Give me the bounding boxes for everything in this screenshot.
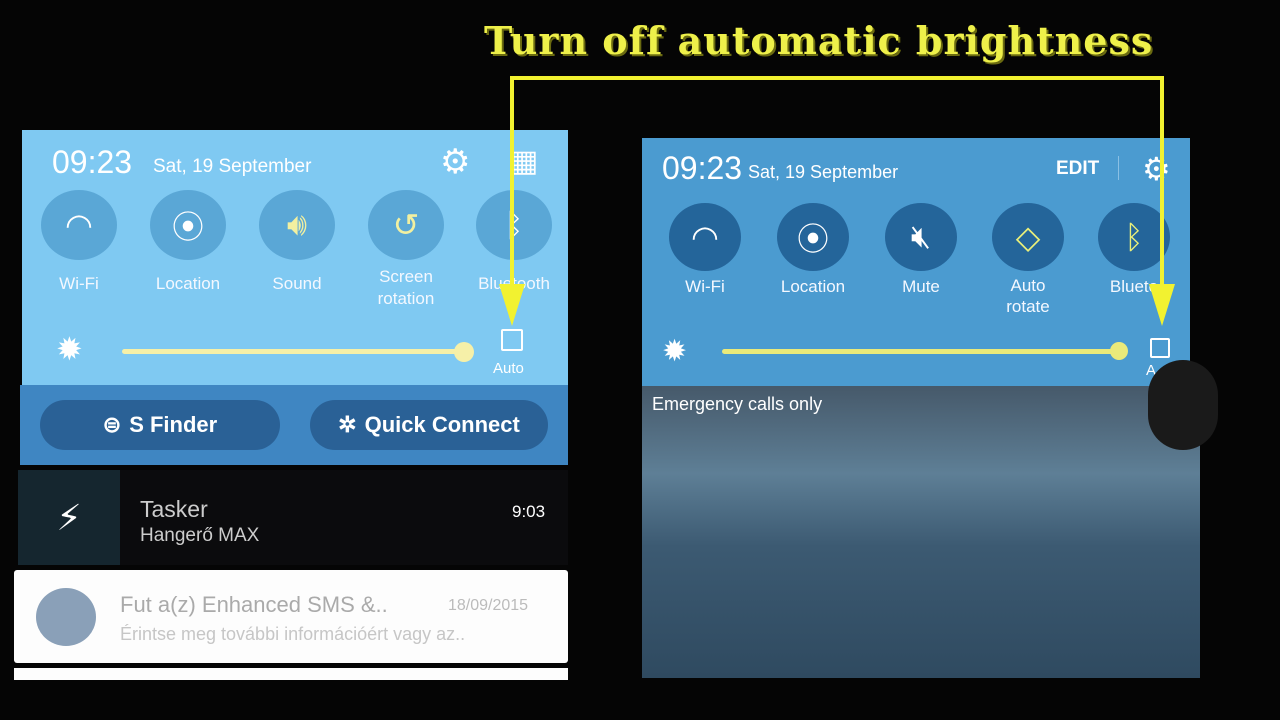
divider (1118, 156, 1119, 180)
notification-tasker[interactable]: ⚡︎ Tasker Hangerő MAX 9:03 (18, 470, 568, 565)
toggle-label: Mute (902, 277, 940, 296)
lightning-icon: ⚡︎ (18, 470, 120, 565)
toggle-label: Sound (272, 274, 322, 293)
button-row: ⊜ S Finder ✲ Quick Connect (20, 385, 568, 465)
search-icon: ⊜ (102, 412, 122, 437)
brightness-slider[interactable] (722, 349, 1122, 354)
location-icon: ⦿ (150, 190, 226, 260)
auto-brightness-checkbox[interactable] (1150, 338, 1170, 358)
notification-text: Érintse meg további információért vagy a… (120, 624, 466, 644)
date: Sat, 19 September (748, 162, 899, 182)
brightness-icon: ✹ (662, 335, 688, 368)
gear-icon[interactable]: ⚙ (1142, 150, 1171, 188)
edit-button[interactable]: EDIT (1056, 158, 1099, 180)
auto-rotate-icon: ◇ (992, 203, 1064, 271)
auto-label: Auto (493, 360, 524, 377)
annotation-title: Turn off automatic brightness (484, 18, 1154, 63)
notification-text: Hangerő MAX (140, 525, 260, 546)
notification-date: 18/09/2015 (448, 597, 529, 614)
lockscreen-wallpaper: Emergency calls only (642, 386, 1200, 678)
mute-icon: 🔇︎ (885, 203, 957, 271)
screen-rotation-icon: ↺ (368, 190, 444, 260)
gear-icon[interactable]: ⚙ (440, 142, 470, 182)
finger (1148, 360, 1218, 450)
wifi-icon: ◠ (669, 203, 741, 271)
brightness-slider[interactable] (122, 349, 467, 354)
sms-app-icon (36, 588, 96, 646)
quick-connect-icon: ✲ (338, 412, 357, 437)
notification-time: 9:03 (512, 502, 546, 521)
toggle-sound[interactable]: 🔊︎ Sound (247, 190, 347, 295)
toggle-screen-rotation[interactable]: ↺ Screen rotation (356, 190, 456, 310)
notification-sms[interactable]: Fut a(z) Enhanced SMS &.. 18/09/2015 Éri… (14, 570, 568, 663)
toggle-label: Wi-Fi (59, 274, 99, 293)
emergency-status: Emergency calls only (652, 394, 823, 414)
arrow-line (510, 76, 1164, 80)
toggle-label: Location (155, 274, 221, 293)
toggle-wifi[interactable]: ◠ Wi-Fi (29, 190, 129, 295)
toggle-wifi[interactable]: ◠ Wi-Fi (655, 203, 755, 298)
grid-icon[interactable]: ▦ (510, 144, 538, 179)
toggle-label: Auto rotate (1006, 276, 1050, 316)
auto-brightness-checkbox[interactable] (501, 329, 523, 351)
quick-connect-button[interactable]: ✲ Quick Connect (310, 400, 548, 450)
s-finder-button[interactable]: ⊜ S Finder (40, 400, 280, 450)
arrow-head-icon (499, 284, 525, 326)
location-icon: ⦿ (777, 203, 849, 271)
clock: 09:23 (52, 144, 133, 180)
toggle-location[interactable]: ⦿ Location (763, 203, 863, 298)
bluetooth-icon: ᛒ (476, 190, 552, 260)
button-label: Quick Connect (364, 412, 520, 437)
notification-title: Tasker (140, 496, 208, 522)
toggle-mute[interactable]: 🔇︎ Mute (871, 203, 971, 298)
notification-partial (14, 668, 568, 680)
toggle-auto-rotate[interactable]: ◇ Auto rotate (978, 203, 1078, 317)
sound-icon: 🔊︎ (259, 190, 335, 260)
toggle-location[interactable]: ⦿ Location (138, 190, 238, 295)
toggle-label: Wi-Fi (685, 277, 725, 296)
date: Sat, 19 September (153, 156, 312, 177)
brightness-handle[interactable] (454, 342, 474, 362)
toggle-bluetooth[interactable]: ᛒBluetooth (464, 190, 564, 295)
brightness-handle[interactable] (1110, 342, 1128, 360)
right-quick-panel: 09:23 Sat, 19 September EDIT ⚙ ◠ Wi-Fi ⦿ L… (642, 138, 1190, 386)
button-label: S Finder (129, 412, 218, 437)
toggle-label: Screen rotation (377, 267, 435, 308)
arrow-line-right (1160, 76, 1164, 286)
clock: 09:23 (662, 150, 743, 186)
arrow-line-left (510, 76, 514, 286)
left-quick-panel: 09:23 Sat, 19 September ⚙ ▦ ◠ Wi-Fi ⦿ Loca… (22, 130, 568, 385)
wifi-icon: ◠ (41, 190, 117, 260)
toggle-label: Location (780, 277, 846, 296)
brightness-icon: ✹ (56, 331, 83, 367)
notification-title: Fut a(z) Enhanced SMS &.. (120, 592, 388, 617)
arrow-head-icon (1149, 284, 1175, 326)
